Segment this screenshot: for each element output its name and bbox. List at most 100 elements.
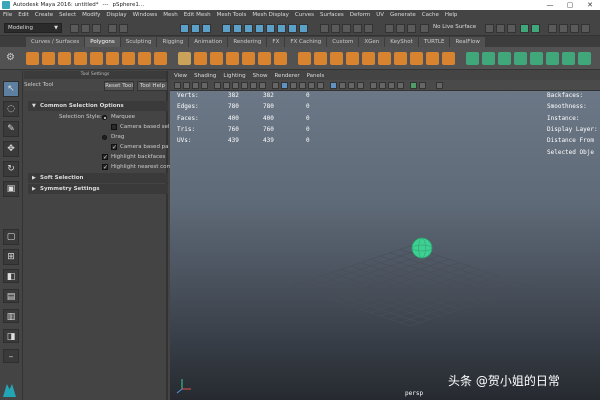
append-to-polygon-icon[interactable] <box>362 52 375 65</box>
viewport-menu-lighting[interactable]: Lighting <box>223 73 245 79</box>
hypershade-persp-layout-icon[interactable]: ▥ <box>3 309 19 323</box>
menu-surfaces[interactable]: Surfaces <box>320 12 344 18</box>
menu-cache[interactable]: Cache <box>422 12 439 18</box>
collapse-toolbox-icon[interactable]: – <box>3 349 19 363</box>
use-all-lights-icon[interactable] <box>308 82 315 89</box>
camera-based-paint-checkbox[interactable]: ✓ <box>111 144 117 151</box>
resolution-gate-icon[interactable] <box>232 82 239 89</box>
maximize-button[interactable]: ▢ <box>560 0 580 10</box>
textured-icon[interactable] <box>299 82 306 89</box>
reduce-icon[interactable] <box>258 52 271 65</box>
tab-fx-caching[interactable]: FX Caching <box>285 37 327 47</box>
planar-mapping-icon[interactable] <box>466 52 479 65</box>
perspective-viewport[interactable]: View Shading Lighting Show Renderer Pane… <box>170 71 600 400</box>
bridge-icon[interactable] <box>314 52 327 65</box>
super-shape-icon[interactable] <box>154 52 167 65</box>
ipr-render-icon[interactable] <box>496 24 505 33</box>
soft-selection-section[interactable]: ▶ Soft Selection <box>28 173 168 183</box>
redo-icon[interactable] <box>119 24 128 33</box>
make-live-icon[interactable] <box>364 24 373 33</box>
select-object-icon[interactable] <box>191 24 200 33</box>
tab-custom[interactable]: Custom <box>327 37 359 47</box>
tab-keyshot[interactable]: KeyShot <box>385 37 418 47</box>
cylindrical-mapping-icon[interactable] <box>482 52 495 65</box>
menu-generate[interactable]: Generate <box>390 12 416 18</box>
poly-cube-icon[interactable] <box>42 52 55 65</box>
minimize-button[interactable]: — <box>540 0 560 10</box>
menu-display[interactable]: Display <box>106 12 126 18</box>
isolate-select-icon[interactable] <box>330 82 337 89</box>
gate-mask-icon[interactable] <box>241 82 248 89</box>
save-scene-icon[interactable] <box>92 24 101 33</box>
field-chart-icon[interactable] <box>250 82 257 89</box>
gamma-icon[interactable] <box>436 82 443 89</box>
viewport-menu-renderer[interactable]: Renderer <box>274 73 299 79</box>
highlight-backfaces-checkbox[interactable]: ✓ <box>102 154 108 161</box>
single-perspective-layout-icon[interactable]: ▢ <box>3 229 19 245</box>
safe-action-icon[interactable] <box>259 82 266 89</box>
highlight-nearest-checkbox[interactable]: ✓ <box>102 164 108 171</box>
select-by-render-icon[interactable] <box>288 24 297 33</box>
common-selection-section[interactable]: ▼ Common Selection Options <box>28 101 168 111</box>
hypershade-icon[interactable] <box>520 24 529 33</box>
merge-icon[interactable] <box>346 52 359 65</box>
menu-deform[interactable]: Deform <box>350 12 370 18</box>
menu-edit[interactable]: Edit <box>18 12 29 18</box>
fill-hole-icon[interactable] <box>378 52 391 65</box>
select-by-handle-icon[interactable] <box>222 24 231 33</box>
target-weld-icon[interactable] <box>410 52 423 65</box>
lasso-tool-icon[interactable]: ◌ <box>3 101 19 117</box>
gear-icon[interactable]: ⚙ <box>6 52 18 64</box>
xray-icon[interactable] <box>339 82 346 89</box>
menu-mesh-tools[interactable]: Mesh Tools <box>217 12 247 18</box>
channel-box-icon[interactable] <box>581 24 590 33</box>
tab-rendering[interactable]: Rendering <box>228 37 267 47</box>
modeling-toolkit-icon[interactable] <box>548 24 557 33</box>
render-view-icon[interactable] <box>531 24 540 33</box>
viewport-menu-view[interactable]: View <box>174 73 187 79</box>
tab-rigging[interactable]: Rigging <box>157 37 189 47</box>
uv-editor-icon[interactable] <box>530 52 543 65</box>
grid-toggle-icon[interactable] <box>214 82 221 89</box>
select-by-misc-icon[interactable] <box>299 24 308 33</box>
four-view-layout-icon[interactable]: ⊞ <box>3 249 19 265</box>
select-tool-icon[interactable]: ↖ <box>3 81 19 97</box>
select-by-surface-icon[interactable] <box>255 24 264 33</box>
smooth-shade-icon[interactable] <box>281 82 288 89</box>
menu-curves[interactable]: Curves <box>295 12 314 18</box>
snap-to-point-icon[interactable] <box>342 24 351 33</box>
tab-animation[interactable]: Animation <box>189 37 228 47</box>
menu-create[interactable]: Create <box>35 12 53 18</box>
multi-cut-icon[interactable] <box>394 52 407 65</box>
shadows-icon[interactable] <box>317 82 324 89</box>
menu-file[interactable]: File <box>3 12 12 18</box>
select-by-curve-icon[interactable] <box>244 24 253 33</box>
select-by-deformation-icon[interactable] <box>266 24 275 33</box>
tab-xgen[interactable]: XGen <box>359 37 385 47</box>
backface-culling-icon[interactable] <box>357 82 364 89</box>
poly-disc-icon[interactable] <box>122 52 135 65</box>
separate-icon[interactable] <box>194 52 207 65</box>
persp-graph-layout-icon[interactable]: ▤ <box>3 289 19 303</box>
offset-edge-loop-icon[interactable] <box>442 52 455 65</box>
scale-tool-icon[interactable]: ▣ <box>3 181 19 197</box>
input-ops-icon[interactable] <box>385 24 394 33</box>
menu-uv[interactable]: UV <box>376 12 384 18</box>
tool-settings-icon[interactable] <box>570 24 579 33</box>
paint-select-tool-icon[interactable]: ✎ <box>3 121 19 137</box>
snap-to-grid-icon[interactable] <box>320 24 329 33</box>
combine-icon[interactable] <box>178 52 191 65</box>
menu-modify[interactable]: Modify <box>82 12 100 18</box>
tab-sculpting[interactable]: Sculpting <box>120 37 157 47</box>
new-scene-icon[interactable] <box>70 24 79 33</box>
model-sphere[interactable] <box>411 237 433 259</box>
reset-tool-button[interactable]: Reset Tool <box>104 81 134 91</box>
mirror-icon[interactable] <box>274 52 287 65</box>
output-ops-icon[interactable] <box>396 24 405 33</box>
automatic-mapping-icon[interactable] <box>514 52 527 65</box>
select-by-dynamic-icon[interactable] <box>277 24 286 33</box>
multisample-aa-icon[interactable] <box>388 82 395 89</box>
select-camera-icon[interactable] <box>174 82 181 89</box>
render-current-frame-icon[interactable] <box>485 24 494 33</box>
symmetry-settings-section[interactable]: ▶ Symmetry Settings <box>28 184 168 194</box>
